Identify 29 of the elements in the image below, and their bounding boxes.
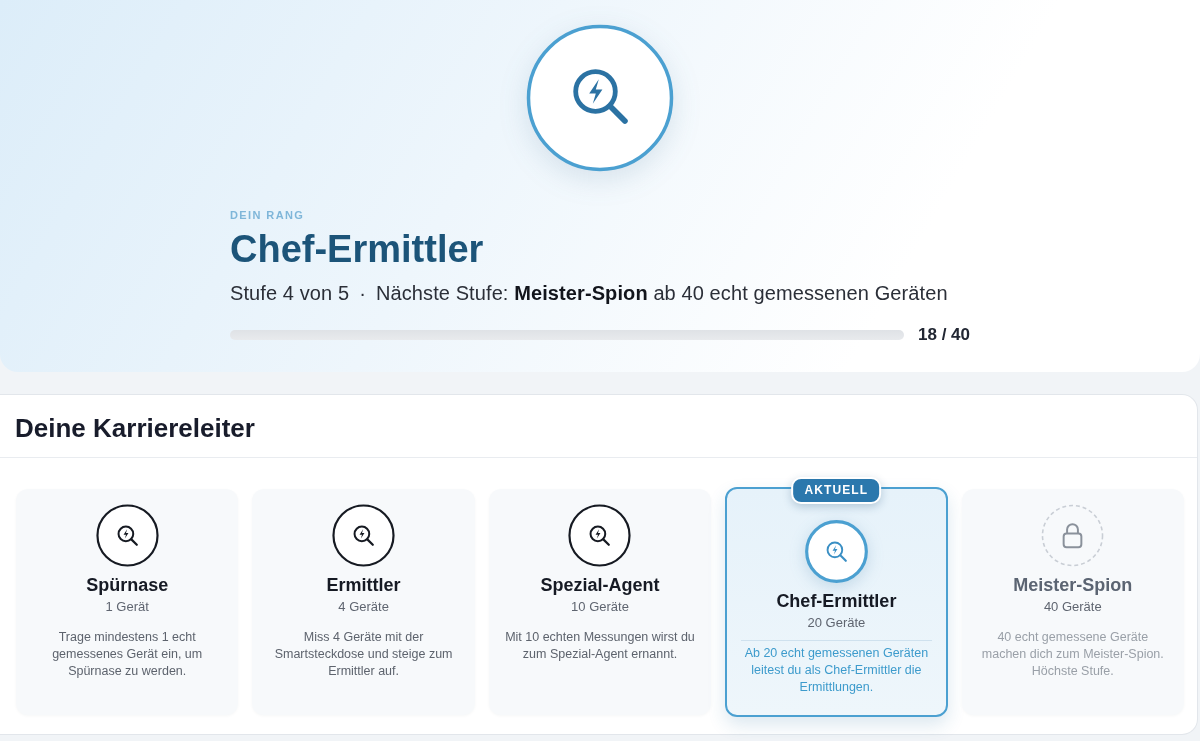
rank-description: 40 echt gemessene Geräte machen dich zum Meister-Spion. Höchste Stufe. xyxy=(980,629,1165,680)
level-text: Stufe 4 von 5 xyxy=(230,281,350,306)
rank-description: Ab 20 echt gemessenen Geräten leitest du als Chef-Ermittler die Ermittlungen. xyxy=(743,645,930,696)
separator-dot: · xyxy=(358,281,367,306)
magnifier-bolt-icon xyxy=(332,504,396,567)
rank-requirement: 10 Geräte xyxy=(571,598,629,615)
current-rank-badge: AKTUELL xyxy=(791,477,882,504)
rank-requirement: 4 Geräte xyxy=(338,598,389,615)
section-title: Deine Karriereleiter xyxy=(15,412,256,444)
rank-description: Miss 4 Geräte mit der Smartsteckdose und steige zum Ermittler auf. xyxy=(273,629,454,680)
magnifier-bolt-icon xyxy=(804,520,868,583)
magnifier-bolt-icon xyxy=(95,504,159,567)
eyebrow-label: DEIN RANG xyxy=(230,208,306,222)
rank-requirement: 1 Gerät xyxy=(105,598,149,615)
rank-name: Ermittler xyxy=(326,574,401,596)
progress-reading: 18 / 40 xyxy=(918,325,970,345)
lock-icon xyxy=(1041,504,1105,567)
rank-name: Spezial-Agent xyxy=(540,574,660,596)
rank-description: Trage mindestens 1 echt gemessenes Gerät ein, um Spürnase zu werden. xyxy=(51,629,204,680)
rank-name: Meister-Spion xyxy=(1013,574,1133,596)
magnifier-bolt-icon xyxy=(526,24,674,172)
rank-requirement: 40 Geräte xyxy=(1043,598,1102,615)
rank-description: Mit 10 echten Messungen wirst du zum Spezial-Agent ernannt. xyxy=(504,629,696,663)
rank-name: Spürnase xyxy=(86,574,169,596)
magnifier-bolt-icon xyxy=(568,504,632,567)
rank-title: Chef-Ermittler xyxy=(230,227,485,271)
rank-requirement: 20 Geräte xyxy=(807,614,866,631)
next-rank-text: Nächste Stufe: Meister-Spion ab 40 echt gemessenen Geräten xyxy=(375,281,948,306)
rank-name: Chef-Ermittler xyxy=(776,590,897,612)
